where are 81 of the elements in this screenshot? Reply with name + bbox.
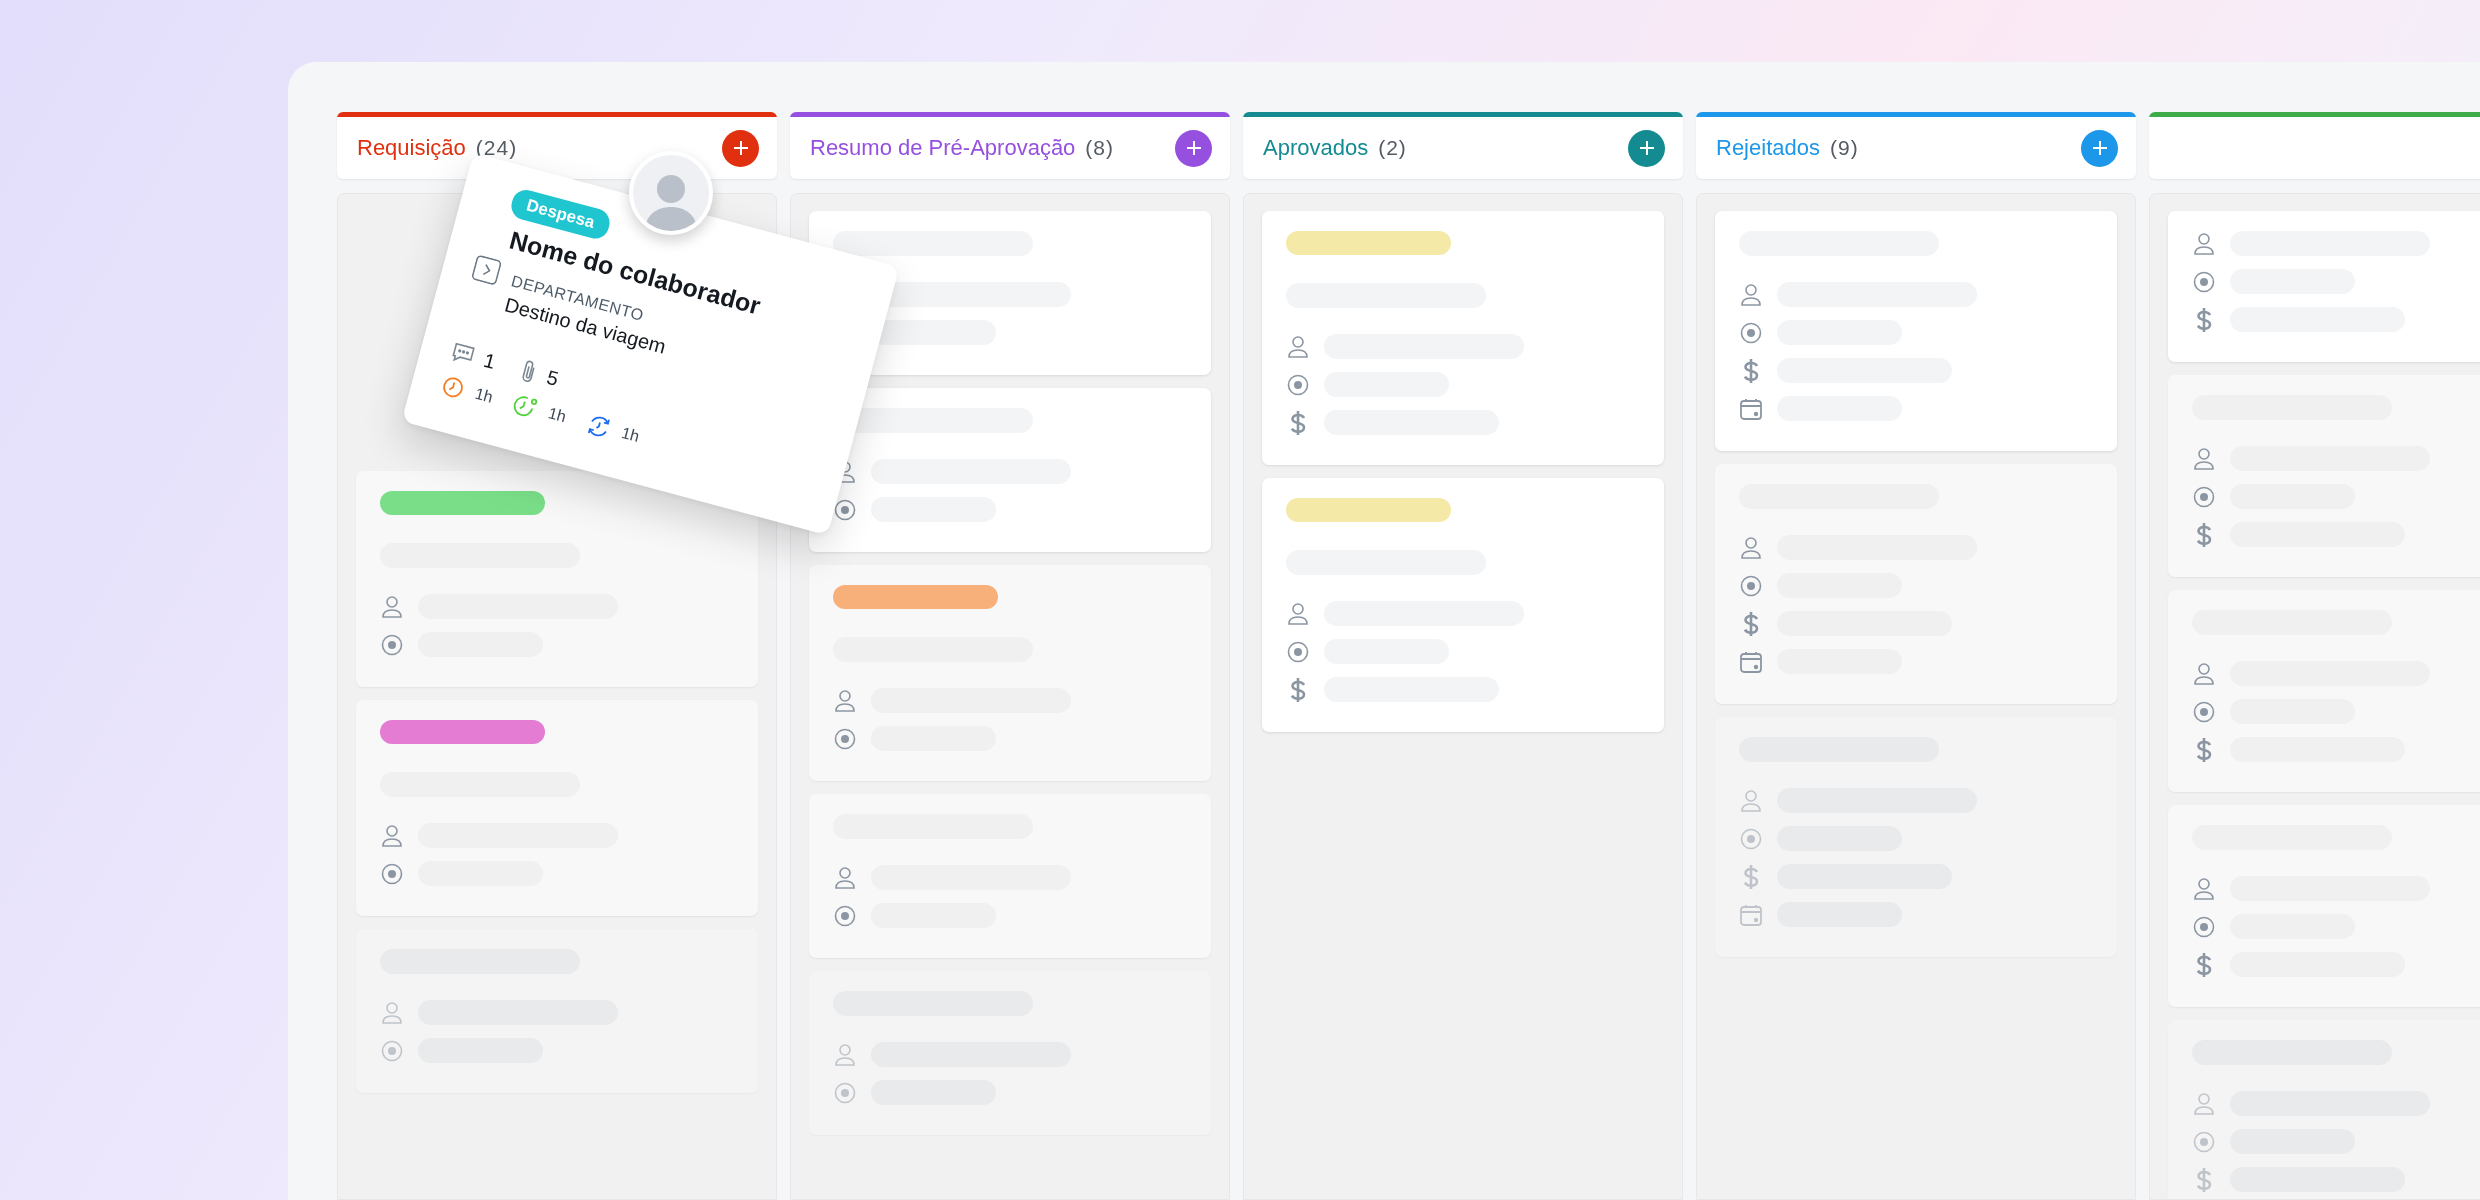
dollar-icon [2196, 736, 2212, 763]
add-card-button[interactable] [1175, 129, 1212, 167]
person-icon [2193, 1091, 2215, 1116]
target-icon [381, 1039, 403, 1062]
target-icon [834, 498, 856, 521]
dollar-icon [1743, 863, 1759, 890]
dollar-icon [2196, 1166, 2212, 1193]
add-card-button[interactable] [722, 129, 759, 167]
chevron-icon [470, 254, 503, 286]
dollar-icon [2196, 306, 2212, 333]
skeleton-card[interactable] [1262, 211, 1664, 465]
timer-value: 1h [546, 404, 568, 427]
skeleton-card[interactable] [809, 388, 1211, 552]
dollar-icon [2196, 951, 2212, 978]
timer-value: 1h [619, 423, 642, 446]
plus-icon [1186, 141, 1201, 155]
column-title: Rejeitados [1716, 135, 1820, 161]
attachment-count: 5 [544, 365, 561, 391]
target-icon [2193, 700, 2215, 723]
person-icon [1740, 535, 1762, 560]
person-icon [834, 688, 856, 713]
target-icon [1740, 321, 1762, 344]
person-icon [2193, 661, 2215, 686]
person-icon [1287, 334, 1309, 359]
skeleton-card[interactable] [1715, 464, 2117, 704]
calendar-icon [1739, 649, 1763, 674]
skeleton-card[interactable] [809, 794, 1211, 958]
timer-value: 1h [472, 384, 495, 407]
target-icon [2193, 270, 2215, 293]
dollar-icon [1743, 610, 1759, 637]
person-icon [2193, 446, 2215, 471]
target-icon [2193, 1130, 2215, 1153]
person-icon [1740, 788, 1762, 813]
target-icon [1287, 640, 1309, 663]
skeleton-card[interactable] [809, 971, 1211, 1135]
calendar-icon [1739, 396, 1763, 421]
skeleton-card[interactable] [2168, 211, 2480, 362]
target-icon [381, 633, 403, 656]
skeleton-card[interactable] [2168, 805, 2480, 1007]
target-icon [1740, 574, 1762, 597]
comment-count: 1 [481, 348, 499, 374]
person-icon [381, 594, 403, 619]
target-icon [834, 1081, 856, 1104]
skeleton-card[interactable] [356, 929, 758, 1093]
plus-icon [1639, 141, 1654, 155]
person-icon [381, 1000, 403, 1025]
skeleton-card[interactable] [2168, 375, 2480, 577]
target-icon [2193, 485, 2215, 508]
skeleton-card[interactable] [356, 700, 758, 916]
skeleton-card[interactable] [809, 565, 1211, 781]
person-icon [2193, 231, 2215, 256]
plus-icon [2092, 141, 2107, 155]
dollar-icon [2196, 521, 2212, 548]
person-icon [834, 865, 856, 890]
card-count: (2) [1378, 136, 1407, 160]
column-title: Aprovados [1263, 135, 1369, 161]
skeleton-card[interactable] [1262, 478, 1664, 732]
plus-icon [733, 141, 748, 155]
skeleton-card[interactable] [1715, 717, 2117, 957]
skeleton-card[interactable] [1715, 211, 2117, 451]
dollar-icon [1290, 676, 1306, 703]
card-count: (9) [1829, 136, 1859, 160]
skeleton-card[interactable] [356, 471, 758, 687]
target-icon [1287, 373, 1309, 396]
target-icon [1740, 827, 1762, 850]
target-icon [834, 904, 856, 927]
add-card-button[interactable] [2081, 129, 2118, 167]
person-icon [1740, 282, 1762, 307]
dollar-icon [1743, 357, 1759, 384]
target-icon [2193, 915, 2215, 938]
target-icon [834, 727, 856, 750]
skeleton-card[interactable] [2168, 590, 2480, 792]
dollar-icon [1290, 409, 1306, 436]
person-icon [834, 1042, 856, 1067]
person-icon [1287, 601, 1309, 626]
card-count: (8) [1085, 136, 1115, 160]
person-icon [2193, 876, 2215, 901]
add-card-button[interactable] [1628, 129, 1665, 167]
person-icon [381, 823, 403, 848]
target-icon [381, 862, 403, 885]
calendar-icon [1739, 902, 1763, 927]
